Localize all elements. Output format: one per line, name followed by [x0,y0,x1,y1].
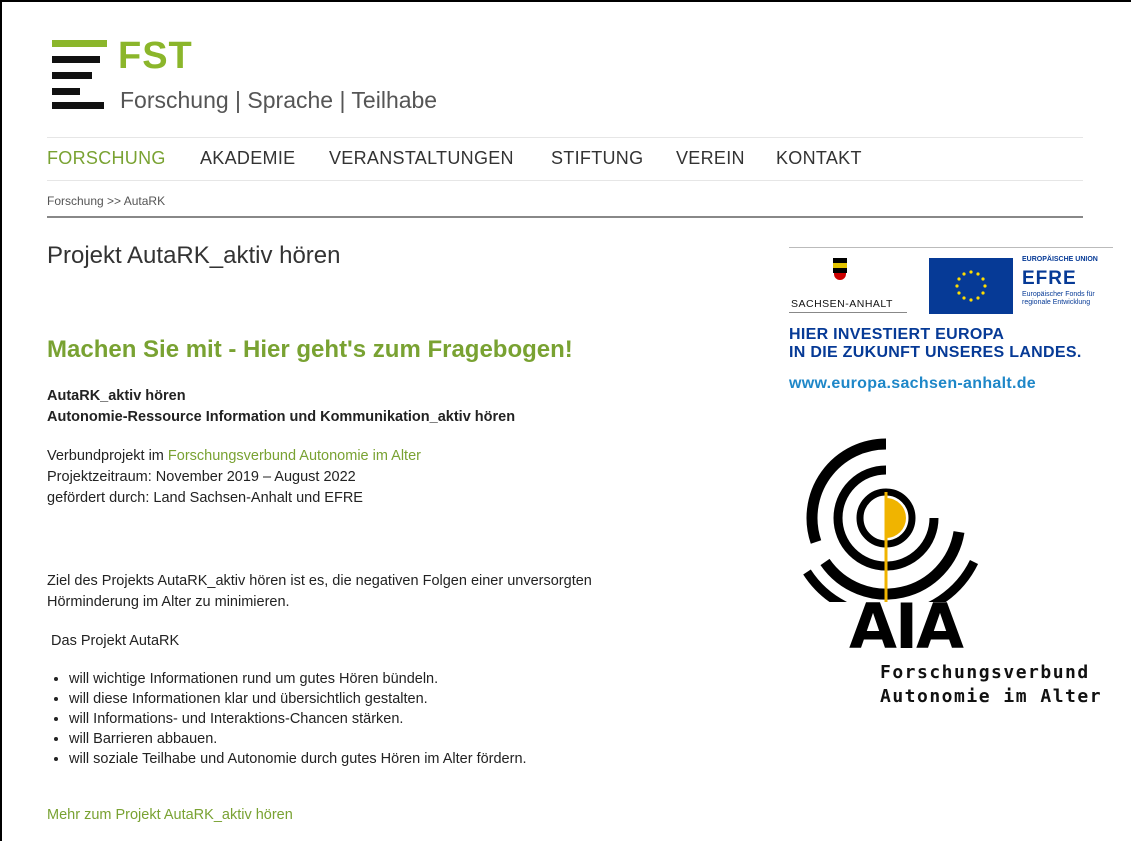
nav-item-akademie[interactable]: AKADEMIE [200,148,295,169]
questionnaire-link[interactable]: Machen Sie mit - Hier geht's zum Fragebo… [47,336,573,364]
efre-label: EFRE [1022,268,1077,289]
aia-wordmark: AIA [849,590,964,663]
logo-tagline: Forschung | Sprache | Teilhabe [120,87,438,113]
sidebar-divider [789,247,1113,248]
divider [47,216,1083,218]
eu-flag-icon [929,258,1013,314]
eu-url-link[interactable]: www.europa.sachsen-anhalt.de [789,375,1036,393]
aia-logo[interactable]: AIA Forschungsverbund Autonomie im Alter [789,422,1113,712]
list-item: will soziale Teilhabe und Autonomie durc… [69,749,527,769]
logo-bar [52,102,104,109]
list-item: will wichtige Informationen rund um gute… [69,669,527,689]
state-underline [789,312,907,313]
efre-banner[interactable]: SACHSEN-ANHALT EUROPÄISCHE UNION EFRE Eu… [789,254,1113,324]
nav-item-forschung[interactable]: FORSCHUNG [47,148,166,169]
aia-emblem-icon [803,438,979,602]
efre-subtitle: Europäischer Fonds für regionale Entwickl… [1022,291,1095,306]
invest-slogan: HIER INVESTIERT EUROPA IN DIE ZUKUNFT UNS… [789,326,1082,361]
more-project-link[interactable]: Mehr zum Projekt AutaRK_aktiv hören [47,805,293,825]
project-intro: Das Projekt AutaRK [47,633,180,649]
sachsen-anhalt-crest-icon [833,258,847,280]
logo-bar [52,72,92,79]
aia-name-line-1: Forschungsverbund [880,662,1090,683]
goal-text-line-1: Ziel des Projekts AutaRK_aktiv hören ist… [47,573,592,589]
logo-bar [52,56,100,63]
aia-name-line-2: Autonomie im Alter [880,686,1103,707]
list-item: will Barrieren abbauen. [69,729,527,749]
breadcrumb[interactable]: Forschung >> AutaRK [47,194,165,208]
verbund-line: Verbundprojekt im Forschungsverbund Auto… [47,446,421,466]
project-name: AutaRK_aktiv hören [47,388,186,404]
nav-item-verein[interactable]: VEREIN [676,148,745,169]
logo-wordmark: FST [118,35,193,77]
project-period: Projektzeitraum: November 2019 – August … [47,469,356,485]
page-title: Projekt AutaRK_aktiv hören [47,242,341,269]
list-item: will Informations- und Interaktions-Chan… [69,709,527,729]
logo-bar [52,88,80,95]
verbund-link[interactable]: Forschungsverbund Autonomie im Alter [168,448,421,464]
verbund-prefix: Verbundprojekt im [47,448,168,464]
project-fullname: Autonomie-Ressource Information und Komm… [47,409,516,425]
list-item: will diese Informationen klar und übersi… [69,689,527,709]
project-goals-list: will wichtige Informationen rund um gute… [47,669,527,769]
logo-bar-green [52,40,107,47]
goal-text-line-2: Hörminderung im Alter zu minimieren. [47,594,290,610]
nav-item-stiftung[interactable]: STIFTUNG [551,148,643,169]
state-name: SACHSEN-ANHALT [791,298,893,310]
eu-label: EUROPÄISCHE UNION [1022,256,1098,263]
main-nav: FORSCHUNG AKADEMIE VERANSTALTUNGEN STIFT… [47,137,1083,181]
nav-item-veranstaltungen[interactable]: VERANSTALTUNGEN [329,148,514,169]
site-logo[interactable]: FST Forschung | Sprache | Teilhabe [52,36,472,116]
nav-item-kontakt[interactable]: KONTAKT [776,148,862,169]
funding-info: gefördert durch: Land Sachsen-Anhalt und… [47,490,363,506]
